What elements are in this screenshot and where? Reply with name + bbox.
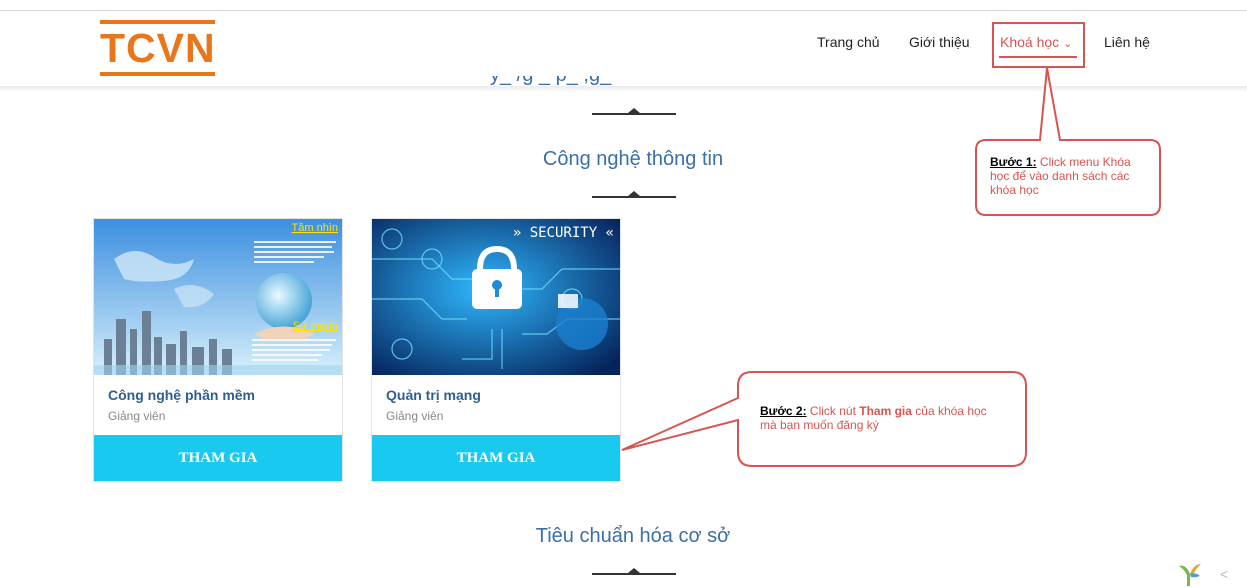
course-image-software: Tầm nhìn Sứ mệnh xyxy=(94,219,342,375)
image-label-mission: Sứ mệnh xyxy=(293,320,338,332)
divider xyxy=(592,196,676,198)
join-button-software[interactable]: THAM GIA xyxy=(94,435,342,481)
annotation-highlight-courses-menu xyxy=(992,22,1085,68)
logo-top-bar xyxy=(100,20,215,24)
section-title-it: Công nghệ thông tin xyxy=(542,148,724,170)
divider xyxy=(592,113,676,115)
course-image-network: » SECURITY « xyxy=(372,219,620,375)
course-title[interactable]: Quản trị mạng xyxy=(386,387,481,403)
logo-text: TCVN xyxy=(100,25,216,71)
callout-step1-text: Bước 1: Click menu Khóa học để vào danh … xyxy=(990,155,1131,197)
top-border xyxy=(0,0,1247,11)
header-shadow xyxy=(0,86,1247,92)
section-title-standards: Tiêu chuẩn hóa cơ sở xyxy=(535,525,731,547)
image-label-security: » SECURITY « xyxy=(513,225,614,241)
course-card-network: » SECURITY « Quản trị mạng Giảng viên TH… xyxy=(371,218,621,482)
logo[interactable]: TCVN xyxy=(100,20,215,76)
course-card-software: Tầm nhìn Sứ mệnh Công nghệ phần mềm Giản… xyxy=(93,218,343,482)
logo-bottom-bar xyxy=(100,72,215,76)
chevron-left-icon[interactable]: < xyxy=(1220,566,1228,582)
course-instructor-label: Giảng viên xyxy=(386,409,444,423)
join-button-network[interactable]: THAM GIA xyxy=(372,435,620,481)
nav-item-home[interactable]: Trang chủ xyxy=(817,34,880,50)
course-title[interactable]: Công nghệ phần mềm xyxy=(108,387,255,403)
divider xyxy=(592,573,676,575)
image-label-vision: Tầm nhìn xyxy=(292,222,338,234)
callout-step2-text: Bước 2: Click nút Tham gia của khóa học … xyxy=(760,404,987,432)
course-instructor-label: Giảng viên xyxy=(108,409,166,423)
nav-item-contact[interactable]: Liên hệ xyxy=(1104,34,1150,50)
debug-toolbar-icon[interactable] xyxy=(1176,560,1204,588)
clipped-content: y_ /g _ p_ ,g_ xyxy=(490,76,690,86)
nav-item-about[interactable]: Giới thiệu xyxy=(909,34,970,50)
